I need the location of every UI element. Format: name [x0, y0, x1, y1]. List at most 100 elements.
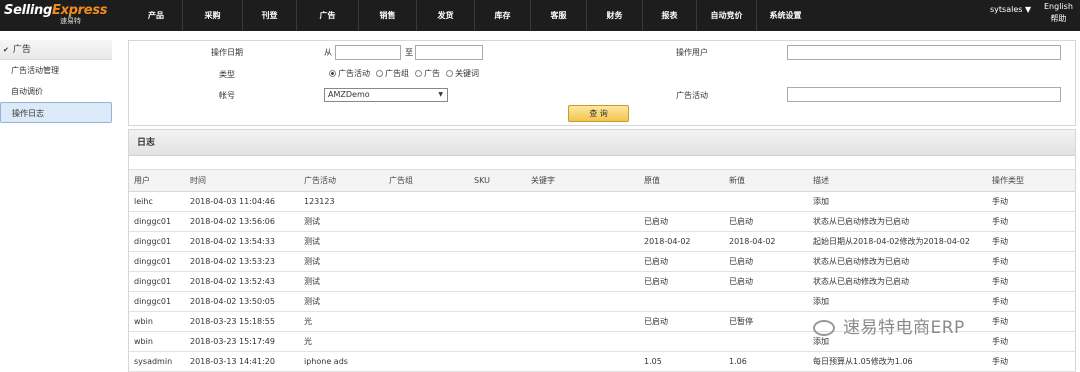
table-cell: leihc	[134, 197, 153, 206]
type-radio-adgroup[interactable]: 广告组	[376, 68, 409, 79]
log-table: 用户 时间 广告活动 广告组 SKU 关键字 原值 新值 描述 操作类型 leihc 2018-04-…	[129, 170, 1075, 372]
nav-item[interactable]: 报表	[642, 0, 696, 31]
nav-item[interactable]: 财务	[586, 0, 642, 31]
help-link[interactable]: 帮助	[1044, 13, 1073, 25]
filter-panel: 操作日期 从 至 操作用户 类型 广告活动 广告组 广告 关键词 帐号 AMZD…	[128, 40, 1076, 126]
table-cell: 手动	[992, 237, 1008, 246]
column-header: 描述	[813, 176, 829, 185]
table-cell: 已启动	[644, 317, 668, 326]
table-cell: 2018-04-02 13:52:43	[190, 277, 275, 286]
user-menu[interactable]: sytsales ▼	[990, 5, 1031, 14]
table-row: dinggc01 2018-04-02 13:50:05 测试 添加 手动	[129, 292, 1075, 312]
table-cell: 1.05	[644, 357, 662, 366]
table-cell: 光	[304, 337, 312, 346]
table-cell: 2018-03-23 15:18:55	[190, 317, 275, 326]
table-cell: 已启动	[644, 277, 668, 286]
dropdown-arrow-icon: ▼	[438, 91, 443, 98]
table-cell: dinggc01	[134, 257, 172, 266]
table-cell: dinggc01	[134, 297, 172, 306]
table-header-row: 用户 时间 广告活动 广告组 SKU 关键字 原值 新值 描述 操作类型	[129, 170, 1075, 192]
table-row: dinggc01 2018-04-02 13:52:43 测试 已启动 已启动 状态从已启…	[129, 272, 1075, 292]
table-cell: sysadmin	[134, 357, 173, 366]
to-label: 至	[405, 48, 413, 57]
brand-name-part1: Selling	[4, 3, 53, 18]
table-cell: 2018-04-02 13:54:33	[190, 237, 275, 246]
sidebar-item-auto-pricing[interactable]: 自动调价	[0, 81, 112, 102]
table-cell: wbin	[134, 317, 153, 326]
sidebar-section-label: 广告	[12, 45, 31, 55]
language-link[interactable]: English	[1044, 1, 1073, 13]
table-cell: 测试	[304, 217, 320, 226]
date-to-input[interactable]	[415, 45, 483, 60]
table-cell: iphone ads	[304, 357, 348, 366]
type-radio-group: 广告活动 广告组 广告 关键词	[329, 68, 479, 79]
sidebar-section-ads[interactable]: ✔ 广告	[0, 40, 112, 60]
watermark: 速易特电商ERP	[813, 313, 965, 338]
column-header: 新值	[729, 176, 745, 185]
table-cell: 手动	[992, 317, 1008, 326]
table-row: leihc 2018-04-03 11:04:46 123123 添加 手动	[129, 192, 1075, 212]
column-header: 广告组	[389, 176, 413, 185]
table-cell: 手动	[992, 197, 1008, 206]
column-header: 时间	[190, 176, 206, 185]
log-toolbar	[129, 156, 1075, 170]
nav-item[interactable]: 库存	[474, 0, 530, 31]
wechat-icon	[813, 320, 835, 336]
type-radio-ad[interactable]: 广告	[415, 68, 440, 79]
type-radio-keyword[interactable]: 关键词	[446, 68, 479, 79]
table-row: dinggc01 2018-04-02 13:54:33 测试 2018-04-02 2…	[129, 232, 1075, 252]
nav-item[interactable]: 广告	[296, 0, 358, 31]
account-select-value: AMZDemo	[328, 90, 370, 99]
sidebar-item-operation-log[interactable]: 操作日志	[0, 102, 112, 123]
campaign-input[interactable]	[787, 87, 1061, 102]
query-button[interactable]: 查 询	[568, 105, 629, 122]
table-cell: 1.06	[729, 357, 747, 366]
date-from-input[interactable]	[335, 45, 401, 60]
sidebar-item-campaign-management[interactable]: 广告活动管理	[0, 60, 112, 81]
table-cell: 2018-04-03 11:04:46	[190, 197, 275, 206]
table-cell: 起始日期从2018-04-02修改为2018-04-02	[813, 237, 970, 246]
table-cell: 已启动	[729, 277, 753, 286]
table-cell: 2018-03-13 14:41:20	[190, 357, 275, 366]
table-cell: 已启动	[729, 217, 753, 226]
from-label: 从	[324, 48, 332, 57]
op-user-input[interactable]	[787, 45, 1061, 60]
table-cell: 添加	[813, 197, 829, 206]
chevron-down-icon: ✔	[3, 46, 9, 54]
table-cell: 已暂停	[729, 317, 753, 326]
table-cell: 状态从已启动修改为已启动	[813, 257, 909, 266]
column-header: 关键字	[531, 176, 555, 185]
nav-item[interactable]: 客服	[530, 0, 586, 31]
table-cell: 2018-04-02	[729, 237, 776, 246]
table-cell: 手动	[992, 257, 1008, 266]
table-cell: 测试	[304, 237, 320, 246]
column-header: SKU	[474, 176, 490, 185]
nav-item[interactable]: 自动竞价	[696, 0, 756, 31]
nav-item[interactable]: 采购	[182, 0, 242, 31]
table-row: sysadmin 2018-03-13 14:41:20 iphone ads 1.0…	[129, 352, 1075, 372]
op-date-label: 操作日期	[211, 48, 243, 57]
table-cell: 添加	[813, 297, 829, 306]
account-select[interactable]: AMZDemo ▼	[324, 88, 448, 102]
nav-item[interactable]: 产品	[130, 0, 182, 31]
table-row: dinggc01 2018-04-02 13:56:06 测试 已启动 已启动 状态从已启…	[129, 212, 1075, 232]
table-cell: 已启动	[644, 217, 668, 226]
table-cell: dinggc01	[134, 277, 172, 286]
nav-item[interactable]: 发货	[416, 0, 474, 31]
type-radio-campaign[interactable]: 广告活动	[329, 68, 370, 79]
sidebar: ✔ 广告 广告活动管理 自动调价 操作日志	[0, 40, 112, 123]
nav-right-links: English 帮助	[1044, 1, 1073, 25]
table-cell: 手动	[992, 297, 1008, 306]
type-label: 类型	[219, 70, 235, 79]
brand-logo[interactable]: SellingExpress 速易特	[4, 3, 108, 28]
column-header: 用户	[134, 176, 150, 185]
nav-item[interactable]: 销售	[358, 0, 416, 31]
table-cell: 手动	[992, 217, 1008, 226]
account-label: 帐号	[219, 91, 235, 100]
nav-item[interactable]: 系统设置	[756, 0, 814, 31]
table-cell: 2018-04-02	[644, 237, 691, 246]
type-option-label: 广告组	[385, 69, 409, 78]
table-cell: 每日预算从1.05修改为1.06	[813, 357, 913, 366]
table-cell: 手动	[992, 277, 1008, 286]
nav-item[interactable]: 刊登	[242, 0, 296, 31]
